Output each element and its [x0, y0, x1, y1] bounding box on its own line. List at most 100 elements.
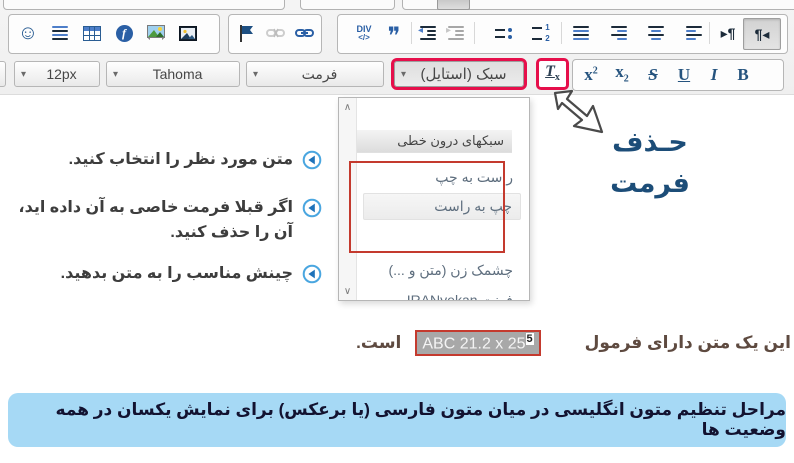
horizontal-rule-button[interactable]	[45, 18, 75, 48]
italic-icon: I	[711, 66, 718, 83]
justify-button[interactable]	[566, 18, 596, 48]
format-combo[interactable]: ▾ فرمت	[246, 61, 384, 87]
strikethrough-icon: S	[648, 66, 657, 83]
formula-superscript: 5	[526, 333, 534, 345]
bullet-arrow-icon	[302, 198, 322, 218]
annotation-title-line1: حـذف	[586, 122, 714, 163]
align-left-button[interactable]	[679, 18, 709, 48]
image-gallery-icon	[147, 25, 165, 41]
align-center-button[interactable]	[641, 18, 671, 48]
clipped-button-group	[300, 0, 395, 10]
toolbar-separator	[474, 22, 475, 44]
formula-example-line: این یک متن دارای فرمول ABC 21.2 x 255 اس…	[356, 330, 791, 356]
outdent-icon: ◂	[420, 26, 436, 40]
anchor-flag-icon	[239, 25, 254, 42]
link-button[interactable]	[289, 18, 319, 48]
bold-icon: B	[737, 66, 748, 83]
ltr-icon: ▸¶	[721, 25, 736, 42]
remove-format-button[interactable]: Tx	[539, 61, 566, 87]
strikethrough-button[interactable]: S	[639, 60, 667, 88]
footer-note-bar: مراحل تنظیم متون انگلیسی در میان متون فا…	[8, 393, 786, 447]
table-icon	[83, 26, 101, 41]
bullet-arrow-icon	[302, 150, 322, 170]
style-option-iranyekan-font[interactable]: فونت IRANyekan	[363, 287, 521, 301]
unlink-button[interactable]	[260, 18, 290, 48]
remove-format-icon: Tx	[545, 64, 560, 83]
justify-icon	[573, 26, 589, 40]
scroll-down-icon[interactable]: ∨	[339, 283, 356, 299]
toolbar-group-insert: ☺ f	[8, 14, 220, 54]
chevron-down-icon: ▾	[113, 69, 118, 80]
instruction-text: چینش مناسب را به متن بدهید.	[61, 262, 293, 287]
superscript-button[interactable]: x2	[577, 60, 605, 88]
dropdown-scrollbar[interactable]: ∧ ∨	[339, 98, 357, 300]
rtl-icon: ¶◂	[755, 26, 770, 43]
table-button[interactable]	[77, 18, 107, 48]
text-direction-ltr-button[interactable]: ▸¶	[713, 18, 743, 48]
style-option-rtl[interactable]: راست به چپ	[363, 164, 521, 191]
align-center-icon	[648, 26, 664, 40]
formula-suffix: است.	[356, 333, 401, 353]
image-button[interactable]	[173, 18, 203, 48]
anchor-button[interactable]	[231, 18, 261, 48]
instruction-text: متن مورد نظر را انتخاب کنید.	[69, 148, 293, 173]
outdent-button[interactable]: ◂	[413, 18, 443, 48]
font-family-value: Tahoma	[122, 66, 233, 82]
clipped-combo[interactable]	[0, 61, 6, 87]
horizontal-rule-icon	[52, 26, 68, 40]
toolbar-group-paragraph: DIV </> ❞ ◂ ▸	[337, 14, 788, 54]
toolbar-group-basicstyles: x2 x2 S U I B	[572, 59, 784, 91]
link-icon	[295, 27, 314, 39]
align-right-icon	[611, 26, 627, 40]
subscript-button[interactable]: x2	[608, 60, 636, 88]
toolbar-separator	[411, 22, 412, 44]
clipped-button-group	[3, 0, 285, 10]
font-size-combo[interactable]: ▾ 12px	[14, 61, 100, 87]
smiley-icon: ☺	[18, 23, 38, 43]
footer-note-text: مراحل تنظیم متون انگلیسی در میان متون فا…	[8, 400, 786, 440]
align-right-button[interactable]	[604, 18, 634, 48]
underline-button[interactable]: U	[670, 60, 698, 88]
flash-button[interactable]: f	[109, 18, 139, 48]
annotation-title-remove-format: حـذف فرمت	[586, 122, 714, 203]
image-gallery-button[interactable]	[141, 18, 171, 48]
text-direction-rtl-button[interactable]: ¶◂	[743, 18, 781, 50]
toolbar-separator	[561, 22, 562, 44]
style-option-blink[interactable]: چشمک زن (متن و ...)	[363, 257, 521, 284]
instruction-text: اگر قبلا فرمت خاصی به آن داده اید، آن را…	[6, 196, 293, 246]
styles-value: سبک (استایل)	[410, 65, 517, 83]
toolbar-separator	[709, 22, 710, 44]
bold-button[interactable]: B	[729, 60, 757, 88]
chevron-down-icon: ▾	[401, 69, 406, 80]
numbered-list-button[interactable]: 1 2	[526, 18, 556, 48]
blockquote-icon: ❞	[388, 25, 401, 49]
formula-prefix: این یک متن دارای فرمول	[585, 333, 791, 353]
style-option-ltr[interactable]: چپ به راست	[363, 193, 521, 220]
list-item: اگر قبلا فرمت خاصی به آن داده اید، آن را…	[6, 196, 322, 246]
image-icon	[179, 26, 197, 41]
styles-dropdown-panel: سبکهای درون خطی راست به چپ چپ به راست چش…	[338, 97, 530, 301]
selected-formula-text[interactable]: ABC 21.2 x 255	[415, 330, 540, 356]
bulleted-list-button[interactable]	[488, 18, 518, 48]
font-family-combo[interactable]: ▾ Tahoma	[106, 61, 240, 87]
indent-button[interactable]: ▸	[441, 18, 471, 48]
bulleted-list-icon	[495, 28, 512, 39]
flash-icon: f	[116, 25, 133, 42]
smiley-button[interactable]: ☺	[13, 18, 43, 48]
styles-combo[interactable]: ▾ سبک (استایل)	[394, 61, 524, 87]
list-item: چینش مناسب را به متن بدهید.	[0, 262, 322, 287]
blockquote-button[interactable]: ❞	[379, 18, 409, 48]
toolbar-group-links	[228, 14, 322, 54]
div-container-icon: DIV </>	[356, 25, 371, 42]
chevron-down-icon: ▾	[21, 69, 26, 80]
italic-button[interactable]: I	[700, 60, 728, 88]
list-item: متن مورد نظر را انتخاب کنید.	[0, 148, 322, 173]
indent-icon: ▸	[448, 26, 464, 40]
dropdown-group-header: سبکهای درون خطی	[339, 130, 512, 153]
chevron-down-icon: ▾	[253, 69, 258, 80]
clipped-pressed-button[interactable]	[437, 0, 470, 10]
create-div-button[interactable]: DIV </>	[349, 18, 379, 48]
subscript-icon: x2	[615, 63, 629, 84]
underline-icon: U	[678, 66, 690, 83]
scroll-up-icon[interactable]: ∧	[339, 99, 356, 115]
